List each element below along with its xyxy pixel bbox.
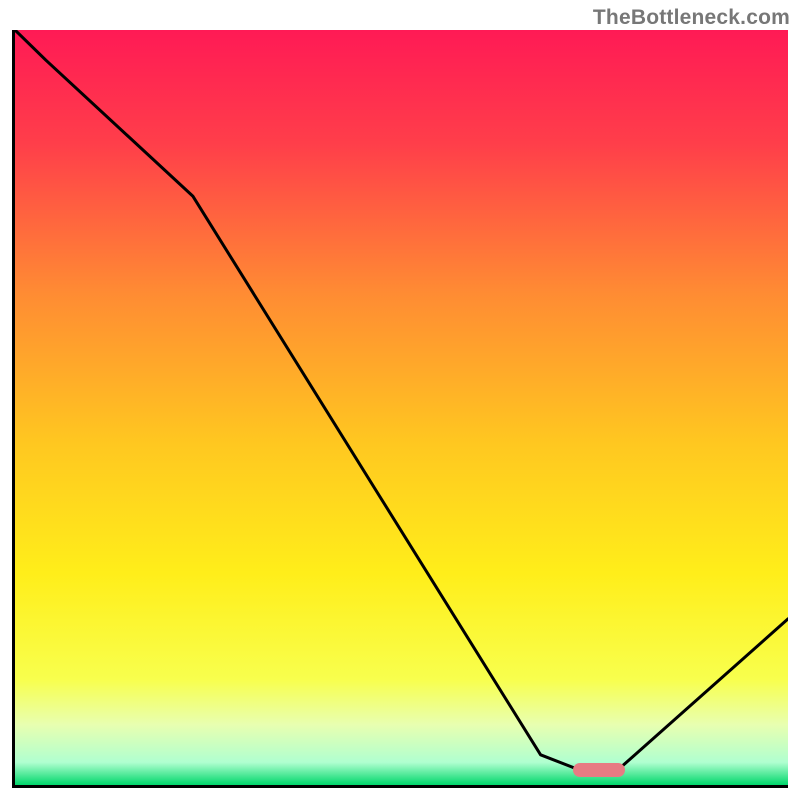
bottleneck-line [15,30,788,785]
optimal-marker [573,763,625,777]
watermark-text: TheBottleneck.com [593,6,790,30]
plot-frame [12,30,788,788]
